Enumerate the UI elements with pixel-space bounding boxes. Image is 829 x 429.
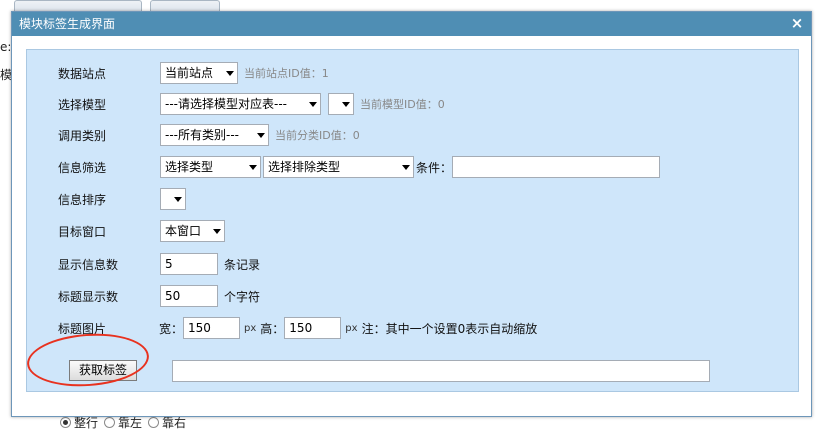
image-size-note: 注：其中一个设置0表示自动缩放 bbox=[361, 321, 538, 336]
target-label: 目标窗口 bbox=[58, 224, 107, 239]
tag-result-input[interactable] bbox=[172, 360, 710, 382]
form-panel: 数据站点 当前站点 当前站点ID值：1 选择模型 ---请选择模型对应表--- bbox=[26, 49, 799, 392]
category-select-value: ---所有类别--- bbox=[165, 128, 239, 142]
chevron-down-icon bbox=[402, 165, 410, 170]
category-label: 调用类别 bbox=[58, 128, 107, 143]
chevron-down-icon bbox=[226, 71, 234, 76]
count-input[interactable]: 5 bbox=[160, 253, 218, 275]
target-select[interactable]: 本窗口 bbox=[160, 220, 225, 242]
background-align-radios: 整行 靠左 靠右 bbox=[60, 415, 192, 429]
radio-right[interactable] bbox=[148, 416, 160, 428]
model-select-value: ---请选择模型对应表--- bbox=[165, 97, 287, 111]
title-length-input[interactable]: 50 bbox=[160, 285, 218, 307]
model-label: 选择模型 bbox=[58, 97, 107, 112]
chevron-down-icon bbox=[213, 229, 221, 234]
count-unit: 条记录 bbox=[224, 257, 261, 272]
chevron-down-icon bbox=[257, 133, 265, 138]
site-label: 数据站点 bbox=[58, 66, 107, 81]
image-width-label: 宽： bbox=[159, 321, 184, 336]
image-height-label: 高： bbox=[260, 321, 285, 336]
model-select[interactable]: ---请选择模型对应表--- bbox=[160, 93, 321, 115]
chevron-down-icon bbox=[249, 165, 257, 170]
close-icon[interactable]: × bbox=[789, 15, 805, 31]
image-width-input[interactable]: 150 bbox=[183, 317, 241, 339]
image-width-unit: px bbox=[244, 322, 257, 334]
target-select-value: 本窗口 bbox=[165, 224, 202, 238]
category-id-hint: 当前分类ID值：0 bbox=[275, 129, 360, 142]
condition-label: 条件： bbox=[416, 160, 453, 175]
radio-left[interactable] bbox=[104, 416, 116, 428]
title-length-label: 标题显示数 bbox=[58, 289, 119, 304]
filter-label: 信息筛选 bbox=[58, 160, 107, 175]
count-label: 显示信息数 bbox=[58, 257, 119, 272]
type-select[interactable]: 选择类型 bbox=[160, 156, 261, 178]
sort-select[interactable] bbox=[160, 188, 186, 210]
chevron-down-icon bbox=[309, 102, 317, 107]
model-id-hint: 当前模型ID值：0 bbox=[360, 98, 445, 111]
category-select[interactable]: ---所有类别--- bbox=[160, 124, 269, 146]
radio-whole-line[interactable] bbox=[60, 416, 71, 428]
type-select-value: 选择类型 bbox=[165, 160, 214, 174]
site-id-hint: 当前站点ID值：1 bbox=[244, 67, 329, 80]
image-height-unit: px bbox=[345, 322, 358, 334]
sort-label: 信息排序 bbox=[58, 192, 107, 207]
title-length-unit: 个字符 bbox=[224, 289, 261, 304]
exclude-type-select[interactable]: 选择排除类型 bbox=[263, 156, 414, 178]
site-select-value: 当前站点 bbox=[165, 66, 214, 80]
exclude-type-select-value: 选择排除类型 bbox=[268, 160, 341, 174]
model-table-select[interactable] bbox=[328, 93, 354, 115]
dialog-titlebar[interactable]: 模块标签生成界面 × bbox=[12, 12, 811, 36]
dialog-title: 模块标签生成界面 bbox=[19, 17, 116, 31]
condition-input[interactable] bbox=[452, 156, 661, 178]
chevron-down-icon bbox=[342, 102, 350, 107]
site-select[interactable]: 当前站点 bbox=[160, 62, 238, 84]
background-label-1: e: bbox=[0, 40, 12, 54]
image-height-input[interactable]: 150 bbox=[284, 317, 342, 339]
chevron-down-icon bbox=[174, 197, 182, 202]
